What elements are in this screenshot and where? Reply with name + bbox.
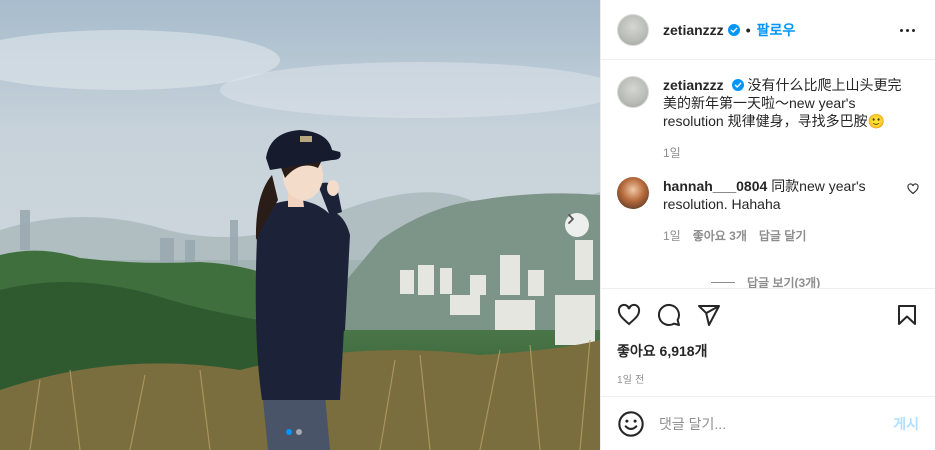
carousel-indicator (286, 429, 302, 435)
carousel-dot-active (286, 429, 292, 435)
like-button[interactable] (617, 295, 657, 335)
caption-age[interactable]: 1일 (663, 144, 681, 161)
author-username[interactable]: zetianzzz (663, 22, 724, 38)
caption-avatar[interactable] (617, 76, 649, 108)
chevron-right-icon (568, 214, 574, 224)
follow-button[interactable]: 팔로우 (757, 20, 796, 40)
bookmark-icon (898, 305, 916, 325)
comment-text: hannah___0804 同款new year's resolution. H… (663, 177, 893, 213)
commenter-username[interactable]: hannah___0804 (663, 178, 767, 194)
post-timestamp[interactable]: 1일 전 (617, 371, 919, 386)
caption-username[interactable]: zetianzzz (663, 77, 724, 93)
comment-row: hannah___0804 同款new year's resolution. H… (617, 177, 919, 244)
comment-age[interactable]: 1일 (663, 227, 681, 244)
share-icon (698, 305, 720, 326)
add-comment-bar: 게시 (601, 396, 935, 450)
next-slide-button[interactable] (565, 213, 589, 237)
author-avatar[interactable] (617, 13, 649, 46)
share-button[interactable] (697, 295, 737, 335)
comment-like-heart-icon[interactable] (907, 183, 919, 195)
comments-section[interactable]: zetianzzz 没有什么比爬上山头更完美的新年第一天啦～new year's… (601, 60, 935, 288)
emoji-icon[interactable] (617, 410, 645, 438)
caption-text: zetianzzz 没有什么比爬上山头更完美的新年第一天啦～new year's… (663, 76, 908, 130)
commenter-avatar[interactable] (617, 177, 649, 209)
comment-likes[interactable]: 좋아요 3개 (693, 227, 747, 244)
carousel-dot (296, 429, 302, 435)
comment-button[interactable] (657, 295, 697, 335)
post-side-panel: zetianzzz • 팔로우 zetianzzz 没有什么比爬上山头更完美的新… (600, 0, 935, 450)
verified-badge-icon (727, 23, 740, 36)
post-comment-button[interactable]: 게시 (893, 414, 919, 434)
comment-icon (657, 303, 680, 326)
comment-meta: 1일 좋아요 3개 답글 달기 (663, 227, 893, 244)
post-header: zetianzzz • 팔로우 (601, 0, 935, 60)
action-icons (617, 289, 919, 341)
post-actions: 좋아요 6,918개 1일 전 (601, 288, 935, 386)
save-button[interactable] (879, 295, 919, 335)
header-separator: • (745, 21, 751, 38)
reply-button[interactable]: 답글 달기 (759, 227, 807, 244)
heart-icon (617, 303, 641, 326)
likes-count[interactable]: 좋아요 6,918개 (617, 341, 919, 361)
caption-meta: 1일 (663, 144, 908, 161)
more-options-icon[interactable] (895, 20, 919, 40)
verified-badge-icon (731, 79, 744, 91)
view-replies-button[interactable]: 답글 보기(3개) (711, 274, 820, 288)
caption-row: zetianzzz 没有什么比爬上山头更完美的新年第一天啦～new year's… (617, 76, 919, 161)
photo-scene (0, 0, 600, 450)
post-photo[interactable] (0, 0, 600, 450)
comment-input[interactable] (659, 415, 894, 432)
